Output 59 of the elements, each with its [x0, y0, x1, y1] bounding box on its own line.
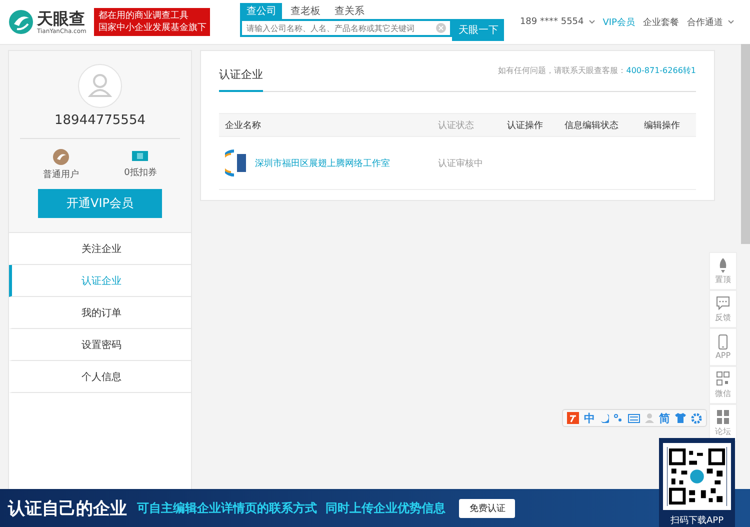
shirt-icon[interactable]	[675, 413, 686, 423]
search-tab[interactable]: 查公司	[240, 3, 282, 19]
ime-script-toggle[interactable]: 简	[659, 410, 670, 426]
caret-icon[interactable]	[588, 20, 595, 24]
section-title: 认证企业	[219, 63, 263, 92]
stat-label: 0抵扣券	[124, 166, 157, 179]
float-button[interactable]: 反馈	[709, 290, 737, 328]
settings-icon[interactable]	[691, 412, 702, 424]
keyboard-icon[interactable]	[628, 414, 640, 422]
column-header: 编辑操作	[638, 114, 696, 136]
column-header: 信息编辑状态	[558, 114, 638, 136]
username: 18944775554	[20, 113, 180, 139]
phone-icon	[716, 334, 730, 350]
vip-button[interactable]: 开通VIP会员	[38, 189, 162, 218]
stat-label: 普通用户	[43, 168, 80, 181]
qr-code-icon	[663, 443, 731, 510]
table-cell: 认证审核中	[432, 136, 501, 190]
banner-title: 认证自己的企业	[8, 498, 127, 520]
search-field[interactable]: 请输入公司名称、人名、产品名称或其它关键词	[240, 19, 452, 37]
sidebar-item[interactable]: 关注企业	[9, 233, 191, 265]
caret-icon[interactable]	[728, 20, 734, 24]
search-tab[interactable]: 查老板	[284, 3, 326, 19]
sidebar-item[interactable]: 个人信息	[9, 361, 191, 393]
ticket-icon	[131, 149, 150, 163]
sidebar-item[interactable]: 我的订单	[9, 297, 191, 329]
sidebar-item[interactable]: 认证企业	[9, 265, 191, 297]
punctuation-icon[interactable]	[614, 413, 623, 423]
qr-code-icon	[716, 371, 730, 387]
company-link[interactable]: 深圳市福田区展翅上腾网络工作室	[255, 156, 390, 170]
search-tab[interactable]: 查关系	[328, 3, 370, 19]
ime-mode-toggle[interactable]: 中	[584, 410, 595, 426]
user-level-icon	[53, 149, 70, 165]
free-certify-button[interactable]: 免费认证	[459, 498, 516, 518]
column-header: 企业名称	[219, 114, 432, 136]
float-button[interactable]: 论坛	[709, 404, 737, 442]
ime-logo-icon[interactable]	[567, 412, 579, 424]
grid-icon	[716, 409, 730, 425]
banner-text: 可自主编辑企业详情页的联系方式 同时上传企业优势信息	[137, 500, 446, 516]
sidebar-item[interactable]: 设置密码	[9, 329, 191, 361]
column-header: 认证状态	[432, 114, 501, 136]
nav-dropdown[interactable]: 合作通道	[687, 16, 723, 28]
scrollbar[interactable]	[741, 44, 750, 244]
nav-link[interactable]: 企业套餐	[643, 16, 679, 28]
float-button[interactable]: APP	[709, 328, 737, 366]
search-button[interactable]: 天眼一下	[452, 19, 504, 41]
float-button[interactable]: 微信	[709, 366, 737, 404]
help-text: 如有任何问题，请联系天眼查客服：400-871-6266转1	[498, 65, 696, 76]
column-header: 认证操作	[500, 114, 559, 136]
qr-caption: 扫码下载APP	[670, 514, 724, 527]
slogan-banner: 都在用的商业调查工具 国家中小企业发展基金旗下	[94, 8, 210, 36]
float-button[interactable]: 置顶	[709, 252, 737, 290]
moon-icon[interactable]	[600, 413, 609, 423]
company-logo-icon	[225, 148, 247, 178]
nav-dropdown[interactable]: 189 **** 5554	[520, 17, 584, 27]
logo-name: 天眼查	[37, 10, 86, 28]
vip-link[interactable]: VIP会员	[602, 16, 635, 28]
avatar-icon	[78, 64, 122, 108]
chat-icon	[716, 295, 730, 311]
logo-icon	[8, 9, 34, 35]
